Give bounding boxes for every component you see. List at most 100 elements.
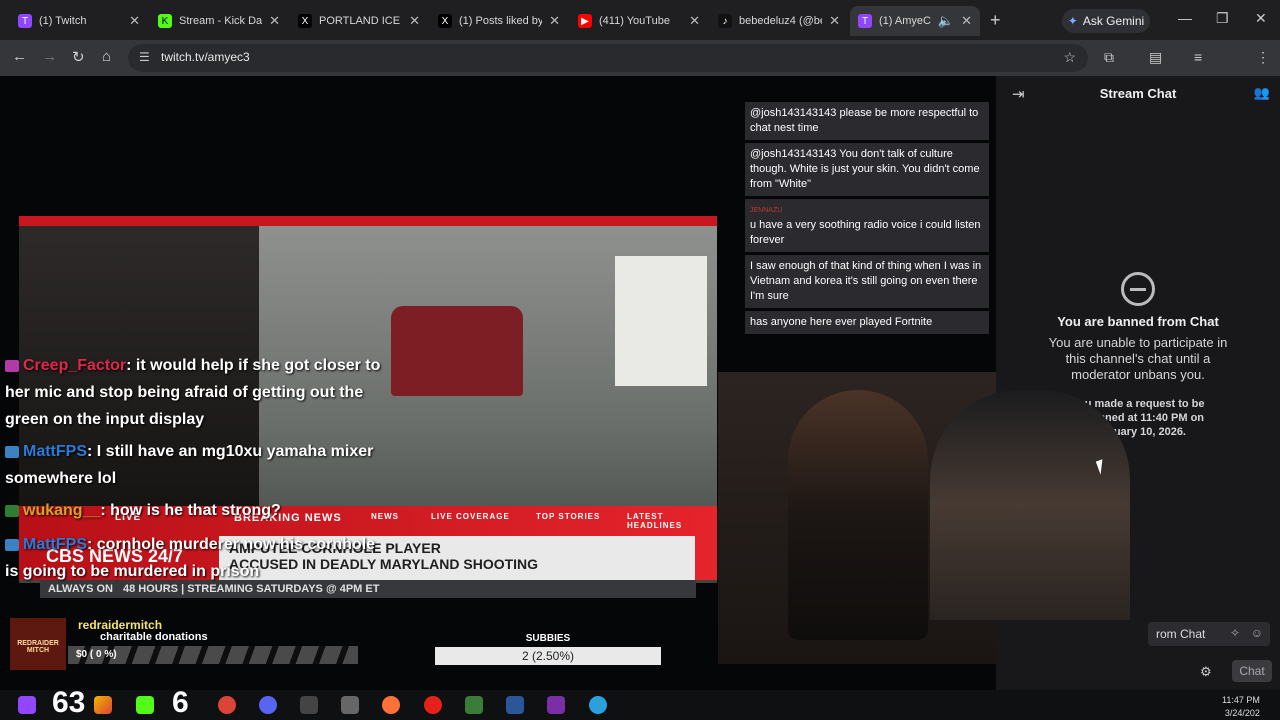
- clock-date: 3/24/202: [1224, 708, 1260, 718]
- kick-icon: K: [158, 14, 172, 28]
- close-icon[interactable]: ✕: [961, 13, 972, 29]
- car-image: [391, 306, 523, 396]
- onscreen-chat-message: Creep_Factor: it would help if she got c…: [5, 352, 385, 433]
- minimize-button[interactable]: —: [1178, 10, 1192, 26]
- media-icon[interactable]: ≡: [1194, 49, 1202, 65]
- overlay-count: 6: [172, 686, 189, 719]
- close-icon[interactable]: ✕: [689, 13, 700, 29]
- tab-portland[interactable]: X PORTLAND ICE PR ✕: [290, 6, 428, 36]
- close-icon[interactable]: ✕: [829, 13, 840, 29]
- close-icon[interactable]: ✕: [409, 13, 420, 29]
- system-clock: 11:47 PM 3/24/202: [1222, 694, 1260, 720]
- chrome-icon[interactable]: [218, 696, 236, 714]
- menu-icon[interactable]: ⋮: [1256, 49, 1270, 66]
- ask-gemini-label: Ask Gemini: [1082, 14, 1145, 28]
- subbies-bar: 2 (2.50%): [435, 647, 661, 665]
- stream-app-icon[interactable]: [547, 696, 565, 714]
- message-text: u have a very soothing radio voice i cou…: [750, 219, 981, 246]
- donation-amount: $0 ( 0 %): [76, 649, 117, 660]
- home-icon[interactable]: ⌂: [102, 48, 111, 65]
- message-user: MattFPS: [23, 443, 87, 460]
- gemini-icon: ✦: [1067, 14, 1078, 28]
- donor-avatar: REDRAIDER MITCH: [10, 618, 66, 670]
- onscreen-chat-message: MattFPS: I still have an mg10xu yamaha m…: [5, 438, 385, 492]
- tab-tiktok[interactable]: ♪ bebedeluz4 (@be ✕: [710, 6, 848, 36]
- message-user: MattFPS: [23, 536, 87, 553]
- bits-icon[interactable]: ✧: [1230, 626, 1240, 640]
- sidebar-icon[interactable]: ▤: [1149, 49, 1162, 66]
- word-icon[interactable]: [506, 696, 524, 714]
- message-user: wukang__: [23, 502, 101, 519]
- new-tab-button[interactable]: +: [990, 10, 1001, 31]
- subbies-label: SUBBIES: [525, 633, 571, 644]
- twitch-icon: T: [858, 14, 872, 28]
- message-text: I saw enough of that kind of thing when …: [750, 260, 982, 302]
- collapse-chat-icon[interactable]: ⇥: [1012, 85, 1025, 103]
- extensions-icon[interactable]: ⧉: [1104, 49, 1114, 66]
- youtube-icon: ▶: [578, 14, 592, 28]
- maximize-button[interactable]: ❐: [1216, 10, 1229, 27]
- tab-title: (411) YouTube: [599, 15, 670, 27]
- ask-gemini-button[interactable]: ✦ Ask Gemini: [1062, 9, 1150, 33]
- app-icon[interactable]: [94, 696, 112, 714]
- close-icon[interactable]: ✕: [129, 13, 140, 29]
- tab-twitch[interactable]: T (1) Twitch ✕: [10, 6, 148, 36]
- chat-input[interactable]: rom Chat ✧ ☺: [1148, 622, 1270, 646]
- discord-icon[interactable]: [259, 696, 277, 714]
- x-icon: X: [438, 14, 452, 28]
- message-text: @josh143143143 please be more respectful…: [750, 107, 979, 134]
- browser-tab-bar: T (1) Twitch ✕ K Stream - Kick Dash ✕ X …: [0, 0, 1280, 40]
- onscreen-chat-message: MattFPS: cornhole murderer now his cornh…: [5, 531, 385, 585]
- url-text: twitch.tv/amyec3: [161, 50, 250, 64]
- address-bar-row: ← → ↻ ⌂ ☰ twitch.tv/amyec3 ☆ ⧉ ▤ ≡ J ⋮: [0, 40, 1280, 104]
- twitch-icon: T: [18, 14, 32, 28]
- users-icon[interactable]: 👥: [1254, 85, 1270, 101]
- overlay-chat-message: JENNAZU u have a very soothing radio voic…: [745, 199, 989, 252]
- tab-title: PORTLAND ICE PR: [319, 15, 402, 27]
- badge-icon: [5, 359, 19, 372]
- terminal-icon[interactable]: [300, 696, 318, 714]
- twitch-icon[interactable]: [18, 696, 36, 714]
- tab-kick[interactable]: K Stream - Kick Dash ✕: [150, 6, 288, 36]
- subbies-value: 2 (2.50%): [521, 649, 575, 663]
- close-icon[interactable]: ✕: [549, 13, 560, 29]
- youtube-icon[interactable]: [424, 696, 442, 714]
- emote-icon[interactable]: ☺: [1251, 626, 1263, 640]
- tab-amyec3[interactable]: T (1) AmyeC3 - 🔈 ✕: [850, 6, 980, 36]
- x-icon: X: [298, 14, 312, 28]
- image-app-icon[interactable]: [465, 696, 483, 714]
- speaker-icon[interactable]: 🔈: [938, 13, 954, 29]
- overlay-chat-message: has anyone here ever played Fortnite: [745, 311, 989, 334]
- forward-icon[interactable]: →: [42, 48, 57, 65]
- settings-icon[interactable]: ⚙: [1200, 664, 1212, 680]
- news-tag: LATEST HEADLINES: [627, 512, 683, 530]
- message-text: @josh143143143 You don't talk of culture…: [750, 148, 980, 190]
- close-window-button[interactable]: ✕: [1255, 10, 1267, 27]
- url-field[interactable]: ☰ twitch.tv/amyec3 ☆: [128, 44, 1088, 72]
- message-text: has anyone here ever played Fortnite: [750, 316, 933, 328]
- video-player[interactable]: LIVE BREAKING NEWS NEWS LIVE COVERAGE TO…: [0, 76, 996, 690]
- reload-icon[interactable]: ↻: [72, 48, 85, 66]
- kick-icon[interactable]: [136, 696, 154, 714]
- site-info-icon[interactable]: ☰: [139, 50, 150, 64]
- star-icon[interactable]: ☆: [1063, 49, 1076, 66]
- tab-posts-liked[interactable]: X (1) Posts liked by ✕: [430, 6, 568, 36]
- back-icon[interactable]: ←: [12, 48, 27, 65]
- overlay-chat-message: I saw enough of that kind of thing when …: [745, 255, 989, 308]
- chat-input-placeholder: rom Chat: [1156, 627, 1206, 641]
- trailer-image: [615, 256, 707, 386]
- donation-widget: REDRAIDER MITCH redraidermitch charitabl…: [10, 618, 360, 674]
- tab-title: (1) Twitch: [39, 15, 87, 27]
- tab-youtube[interactable]: ▶ (411) YouTube ✕: [570, 6, 708, 36]
- streamer-2-webcam: [930, 390, 1130, 620]
- overlay-chat-message: @josh143143143 You don't talk of culture…: [745, 143, 989, 196]
- clock-time: 11:47 PM: [1222, 695, 1260, 705]
- firefox-icon[interactable]: [382, 696, 400, 714]
- telegram-icon[interactable]: [589, 696, 607, 714]
- badge-icon: [5, 445, 19, 458]
- chat-send-button[interactable]: Chat: [1232, 660, 1272, 682]
- message-user: Creep_Factor: [23, 357, 127, 374]
- news-tag: TOP STORIES: [536, 512, 601, 521]
- close-icon[interactable]: ✕: [269, 13, 280, 29]
- settings-app-icon[interactable]: [341, 696, 359, 714]
